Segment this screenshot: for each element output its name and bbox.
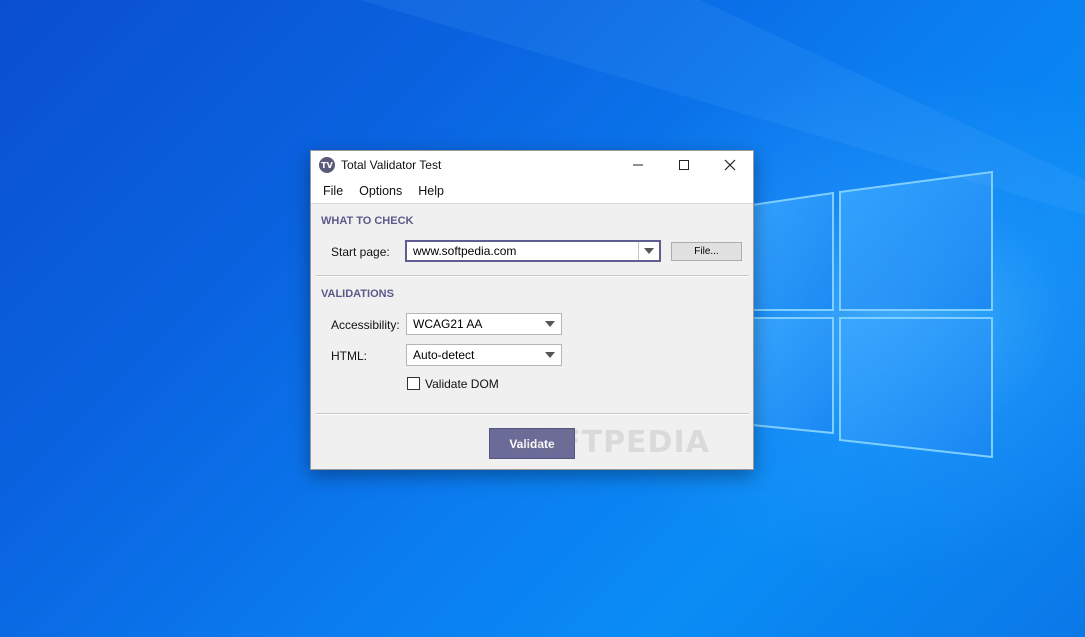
close-icon bbox=[724, 159, 736, 171]
html-select[interactable]: Auto-detect bbox=[406, 344, 562, 366]
validate-dom-label[interactable]: Validate DOM bbox=[425, 377, 499, 391]
window-title: Total Validator Test bbox=[341, 158, 442, 172]
file-browse-button[interactable]: File... bbox=[671, 242, 742, 261]
close-button[interactable] bbox=[707, 151, 753, 179]
accessibility-dropdown-button[interactable] bbox=[539, 321, 561, 327]
maximize-button[interactable] bbox=[661, 151, 707, 179]
menu-options[interactable]: Options bbox=[351, 184, 410, 198]
chevron-down-icon bbox=[545, 321, 555, 327]
start-page-combobox[interactable]: www.softpedia.com bbox=[405, 240, 661, 262]
start-page-label: Start page: bbox=[331, 245, 390, 259]
title-bar[interactable]: TV Total Validator Test bbox=[311, 151, 753, 179]
validate-dom-checkbox[interactable] bbox=[407, 377, 420, 390]
minimize-button[interactable] bbox=[615, 151, 661, 179]
window-controls bbox=[615, 151, 753, 179]
html-label: HTML: bbox=[331, 349, 367, 363]
chevron-down-icon bbox=[545, 352, 555, 358]
accessibility-select[interactable]: WCAG21 AA bbox=[406, 313, 562, 335]
validations-heading: VALIDATIONS bbox=[321, 288, 394, 300]
chevron-down-icon bbox=[644, 248, 654, 254]
maximize-icon bbox=[679, 160, 689, 170]
menu-bar: File Options Help bbox=[311, 179, 753, 204]
html-dropdown-button[interactable] bbox=[539, 352, 561, 358]
app-logo-icon: TV bbox=[319, 157, 335, 173]
start-page-dropdown-button[interactable] bbox=[638, 242, 659, 260]
minimize-icon bbox=[633, 164, 643, 166]
menu-help[interactable]: Help bbox=[410, 184, 452, 198]
app-window: TV Total Validator Test File Options Hel… bbox=[310, 150, 754, 470]
accessibility-value: WCAG21 AA bbox=[413, 317, 483, 331]
section-divider bbox=[316, 413, 749, 415]
menu-file[interactable]: File bbox=[315, 184, 351, 198]
accessibility-label: Accessibility: bbox=[331, 318, 400, 332]
what-to-check-heading: WHAT TO CHECK bbox=[321, 215, 414, 227]
softpedia-watermark: SOFTPEDIA bbox=[511, 425, 710, 460]
start-page-input[interactable]: www.softpedia.com bbox=[407, 244, 638, 258]
section-divider bbox=[316, 275, 749, 277]
html-value: Auto-detect bbox=[413, 348, 475, 362]
